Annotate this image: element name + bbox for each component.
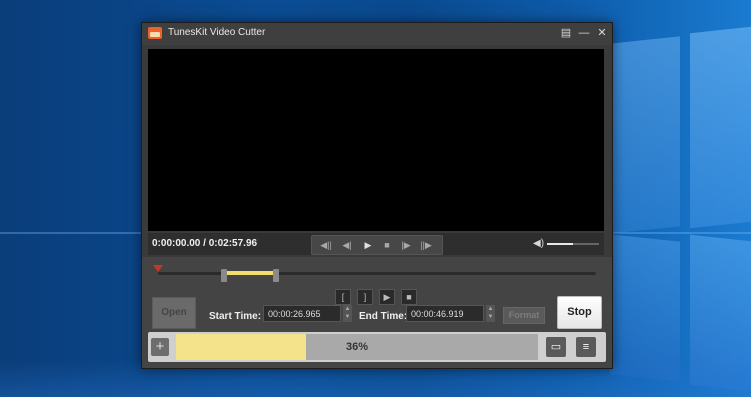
app-logo-icon	[148, 27, 162, 39]
app-window: TunesKit Video Cutter ▤ — ✕ 0:00:00.00 /…	[141, 22, 613, 369]
close-icon[interactable]: ✕	[594, 25, 610, 41]
start-time-input[interactable]: 00:00:26.965	[263, 305, 341, 322]
video-preview[interactable]	[148, 49, 604, 231]
stop-segment-icon[interactable]: ■	[401, 289, 417, 305]
volume-icon[interactable]: ◀)	[533, 238, 544, 249]
step-back-icon[interactable]: ◀|	[339, 238, 355, 252]
segment-selection[interactable]	[221, 269, 279, 282]
mark-out-icon[interactable]: ]	[357, 289, 373, 305]
title-bar[interactable]: TunesKit Video Cutter ▤ — ✕	[142, 23, 612, 45]
step-forward-icon[interactable]: |▶	[398, 238, 414, 252]
preview-segment-icon[interactable]: ▶	[379, 289, 395, 305]
next-frame-icon[interactable]: ||▶	[418, 238, 434, 252]
stop-button[interactable]: Stop	[557, 296, 602, 329]
segment-controls: [ ] ▶ ■	[335, 289, 425, 305]
menu-icon[interactable]: ▤	[558, 25, 574, 41]
output-folder-icon[interactable]: ▭	[546, 337, 566, 357]
open-button[interactable]: Open	[152, 297, 196, 329]
progress-bar: 36%	[176, 334, 538, 360]
play-icon[interactable]: ▶	[360, 238, 376, 252]
segment-range	[227, 271, 273, 275]
stop-icon[interactable]: ■	[379, 238, 395, 252]
playhead-marker[interactable]	[153, 265, 163, 272]
editor-panel: [ ] ▶ ■ Open Start Time: 00:00:26.965 ▲ ▼…	[142, 257, 612, 368]
window-title: TunesKit Video Cutter	[168, 27, 266, 38]
desktop-light-beam	[610, 36, 680, 234]
prev-frame-icon[interactable]: ◀||	[318, 238, 334, 252]
desktop-light-beam	[690, 26, 751, 229]
mark-in-icon[interactable]: [	[335, 289, 351, 305]
progress-area: + 36% ▭ ≡	[148, 332, 606, 362]
end-time-label: End Time:	[359, 311, 408, 322]
playback-bar: 0:00:00.00 / 0:02:57.96 ◀|| ◀| ▶ ■ |▶ ||…	[148, 233, 604, 255]
volume-slider[interactable]	[547, 243, 599, 245]
segment-end-handle[interactable]	[273, 269, 279, 282]
add-icon[interactable]: +	[151, 338, 169, 356]
playback-controls: ◀|| ◀| ▶ ■ |▶ ||▶	[311, 235, 443, 255]
volume-level	[547, 243, 573, 245]
progress-percent: 36%	[345, 341, 369, 353]
start-time-label: Start Time:	[209, 311, 262, 322]
start-time-spinner[interactable]: ▲ ▼	[343, 305, 352, 322]
end-time-spinner[interactable]: ▲ ▼	[486, 305, 495, 322]
minimize-icon[interactable]: —	[576, 25, 592, 41]
end-time-input[interactable]: 00:00:46.919	[406, 305, 484, 322]
format-button[interactable]: Format	[503, 307, 545, 324]
task-list-icon[interactable]: ≡	[576, 337, 596, 357]
timecode: 0:00:00.00 / 0:02:57.96	[152, 238, 258, 249]
